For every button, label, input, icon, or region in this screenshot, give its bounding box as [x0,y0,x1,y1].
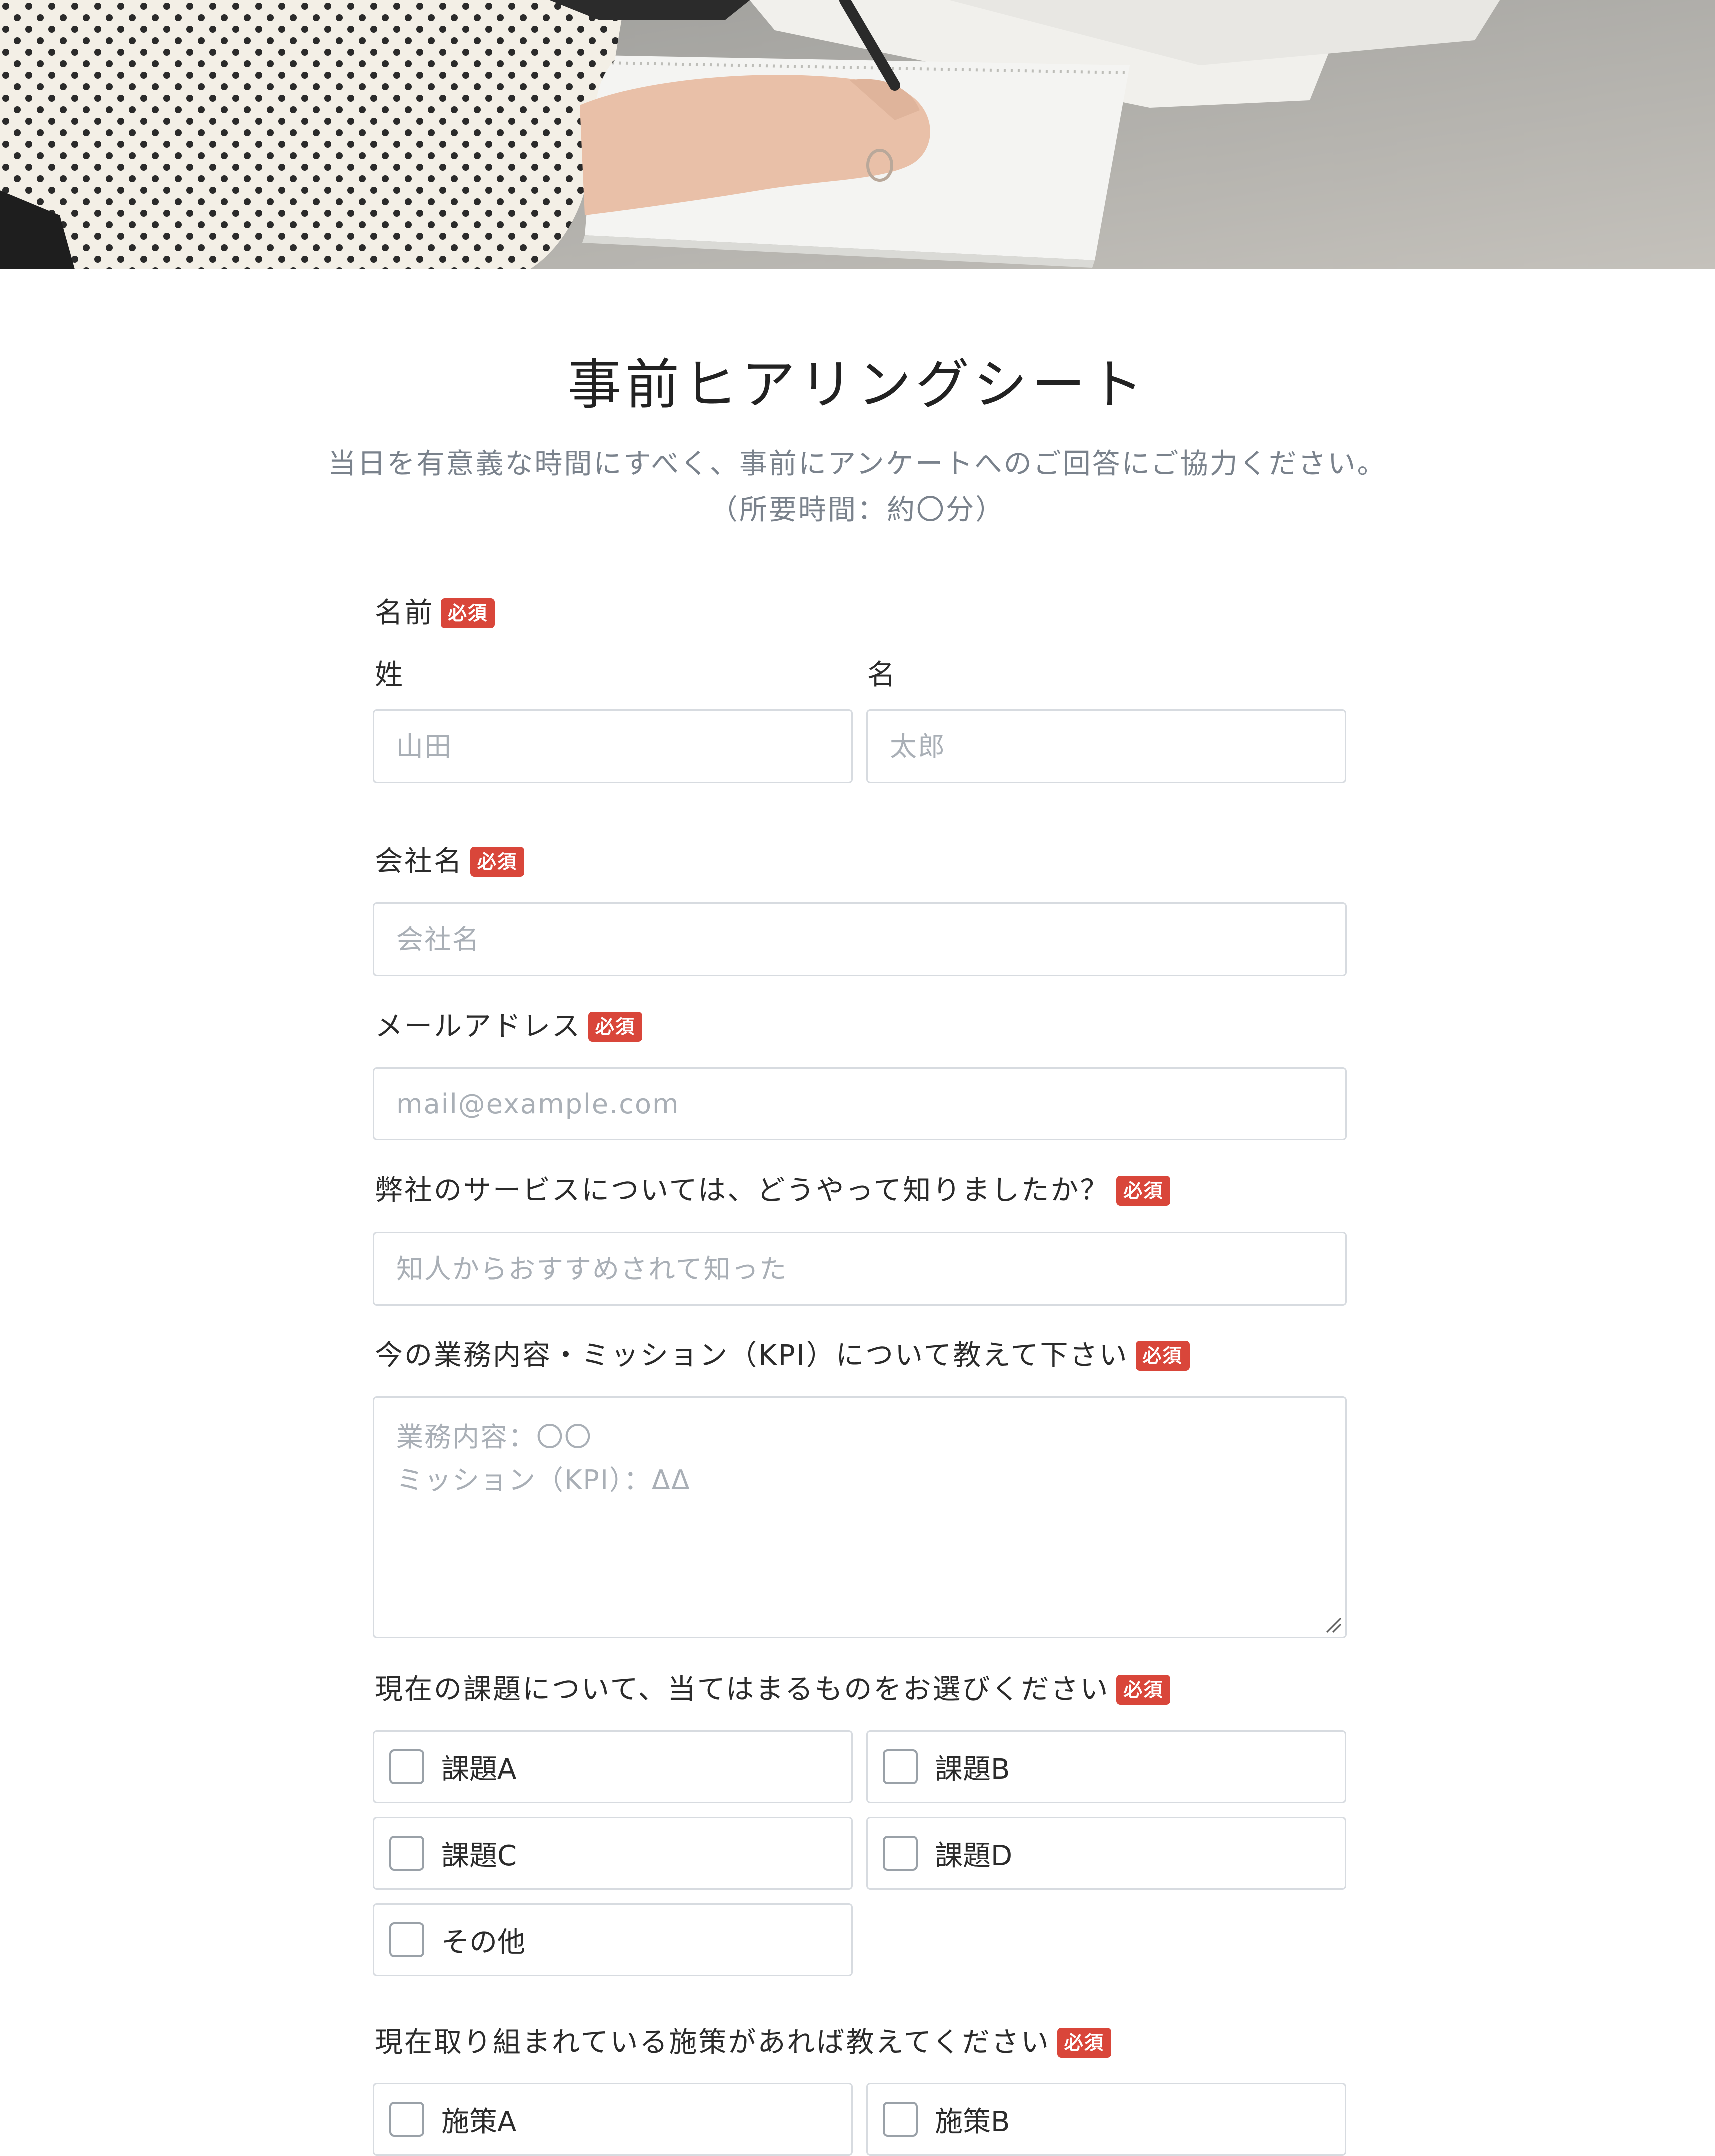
issue-option-d[interactable]: 課題D [866,1817,1346,1890]
issue-option-label: その他 [442,1926,526,1959]
page-title: 事前ヒアリングシート [567,354,1148,416]
issue-option-label: 課題A [442,1753,517,1786]
checkbox-icon[interactable] [883,2102,918,2137]
description-duration: （所要時間：約〇分） [710,494,1005,526]
email-label-text: メールアドレス [375,1010,582,1043]
company-input[interactable] [373,902,1347,976]
measure-option-label: 施策B [935,2105,1010,2138]
issue-option-other[interactable]: その他 [373,1903,853,1976]
name-label: 名前 必須 [375,593,496,633]
required-badge: 必須 [588,1012,643,1042]
issue-option-label: 課題D [935,1839,1013,1872]
issue-option-b[interactable]: 課題B [866,1730,1346,1803]
required-badge: 必須 [1116,1176,1171,1206]
checkbox-icon[interactable] [390,2102,424,2137]
company-label-text: 会社名 [375,845,464,878]
checkbox-icon[interactable] [390,1836,424,1871]
mission-label-text: 今の業務内容・ミッション（KPI）について教えて下さい [375,1339,1129,1372]
checkbox-icon[interactable] [390,1749,424,1784]
last-name-label: 姓 [375,659,403,691]
first-name-label: 名 [868,659,896,691]
first-name-input[interactable] [866,709,1346,783]
header-photo [0,0,1715,269]
email-label: メールアドレス 必須 [375,1007,643,1047]
issues-label: 現在の課題について、当てはまるものをお選びください 必須 [375,1670,1171,1710]
issue-option-a[interactable]: 課題A [373,1730,853,1803]
measure-option-a[interactable]: 施策A [373,2083,853,2156]
source-input[interactable] [373,1232,1347,1306]
source-label-text: 弊社のサービスについては、どうやって知りましたか？ [375,1174,1110,1207]
required-badge: 必須 [1116,1675,1171,1705]
name-label-text: 名前 [375,597,434,629]
description-line: 当日を有意義な時間にすべく、事前にアンケートへのご回答にご協力ください。 [328,448,1387,480]
last-name-input[interactable] [373,709,853,783]
checkbox-icon[interactable] [883,1836,918,1871]
company-label: 会社名 必須 [375,842,525,882]
issue-option-c[interactable]: 課題C [373,1817,853,1890]
page-description: 当日を有意義な時間にすべく、事前にアンケートへのご回答にご協力ください。 （所要… [0,441,1715,533]
checkbox-icon[interactable] [883,1749,918,1784]
required-badge: 必須 [470,847,525,877]
mission-label: 今の業務内容・ミッション（KPI）について教えて下さい 必須 [375,1336,1190,1376]
issue-option-label: 課題B [935,1753,1010,1786]
issues-label-text: 現在の課題について、当てはまるものをお選びください [375,1673,1110,1706]
mission-textarea[interactable] [373,1396,1347,1638]
checkbox-icon[interactable] [390,1922,424,1957]
issue-option-label: 課題C [442,1839,518,1872]
measures-label-text: 現在取り組まれている施策があれば教えてください [375,2026,1050,2059]
required-badge: 必須 [1057,2028,1112,2058]
email-input[interactable] [373,1067,1347,1140]
required-badge: 必須 [1136,1341,1190,1371]
measures-label: 現在取り組まれている施策があれば教えてください 必須 [375,2023,1112,2063]
measure-option-label: 施策A [442,2105,517,2138]
source-label: 弊社のサービスについては、どうやって知りましたか？ 必須 [375,1171,1171,1211]
required-badge: 必須 [441,598,496,628]
resize-handle-icon[interactable] [1324,1615,1342,1633]
measure-option-b[interactable]: 施策B [866,2083,1346,2156]
